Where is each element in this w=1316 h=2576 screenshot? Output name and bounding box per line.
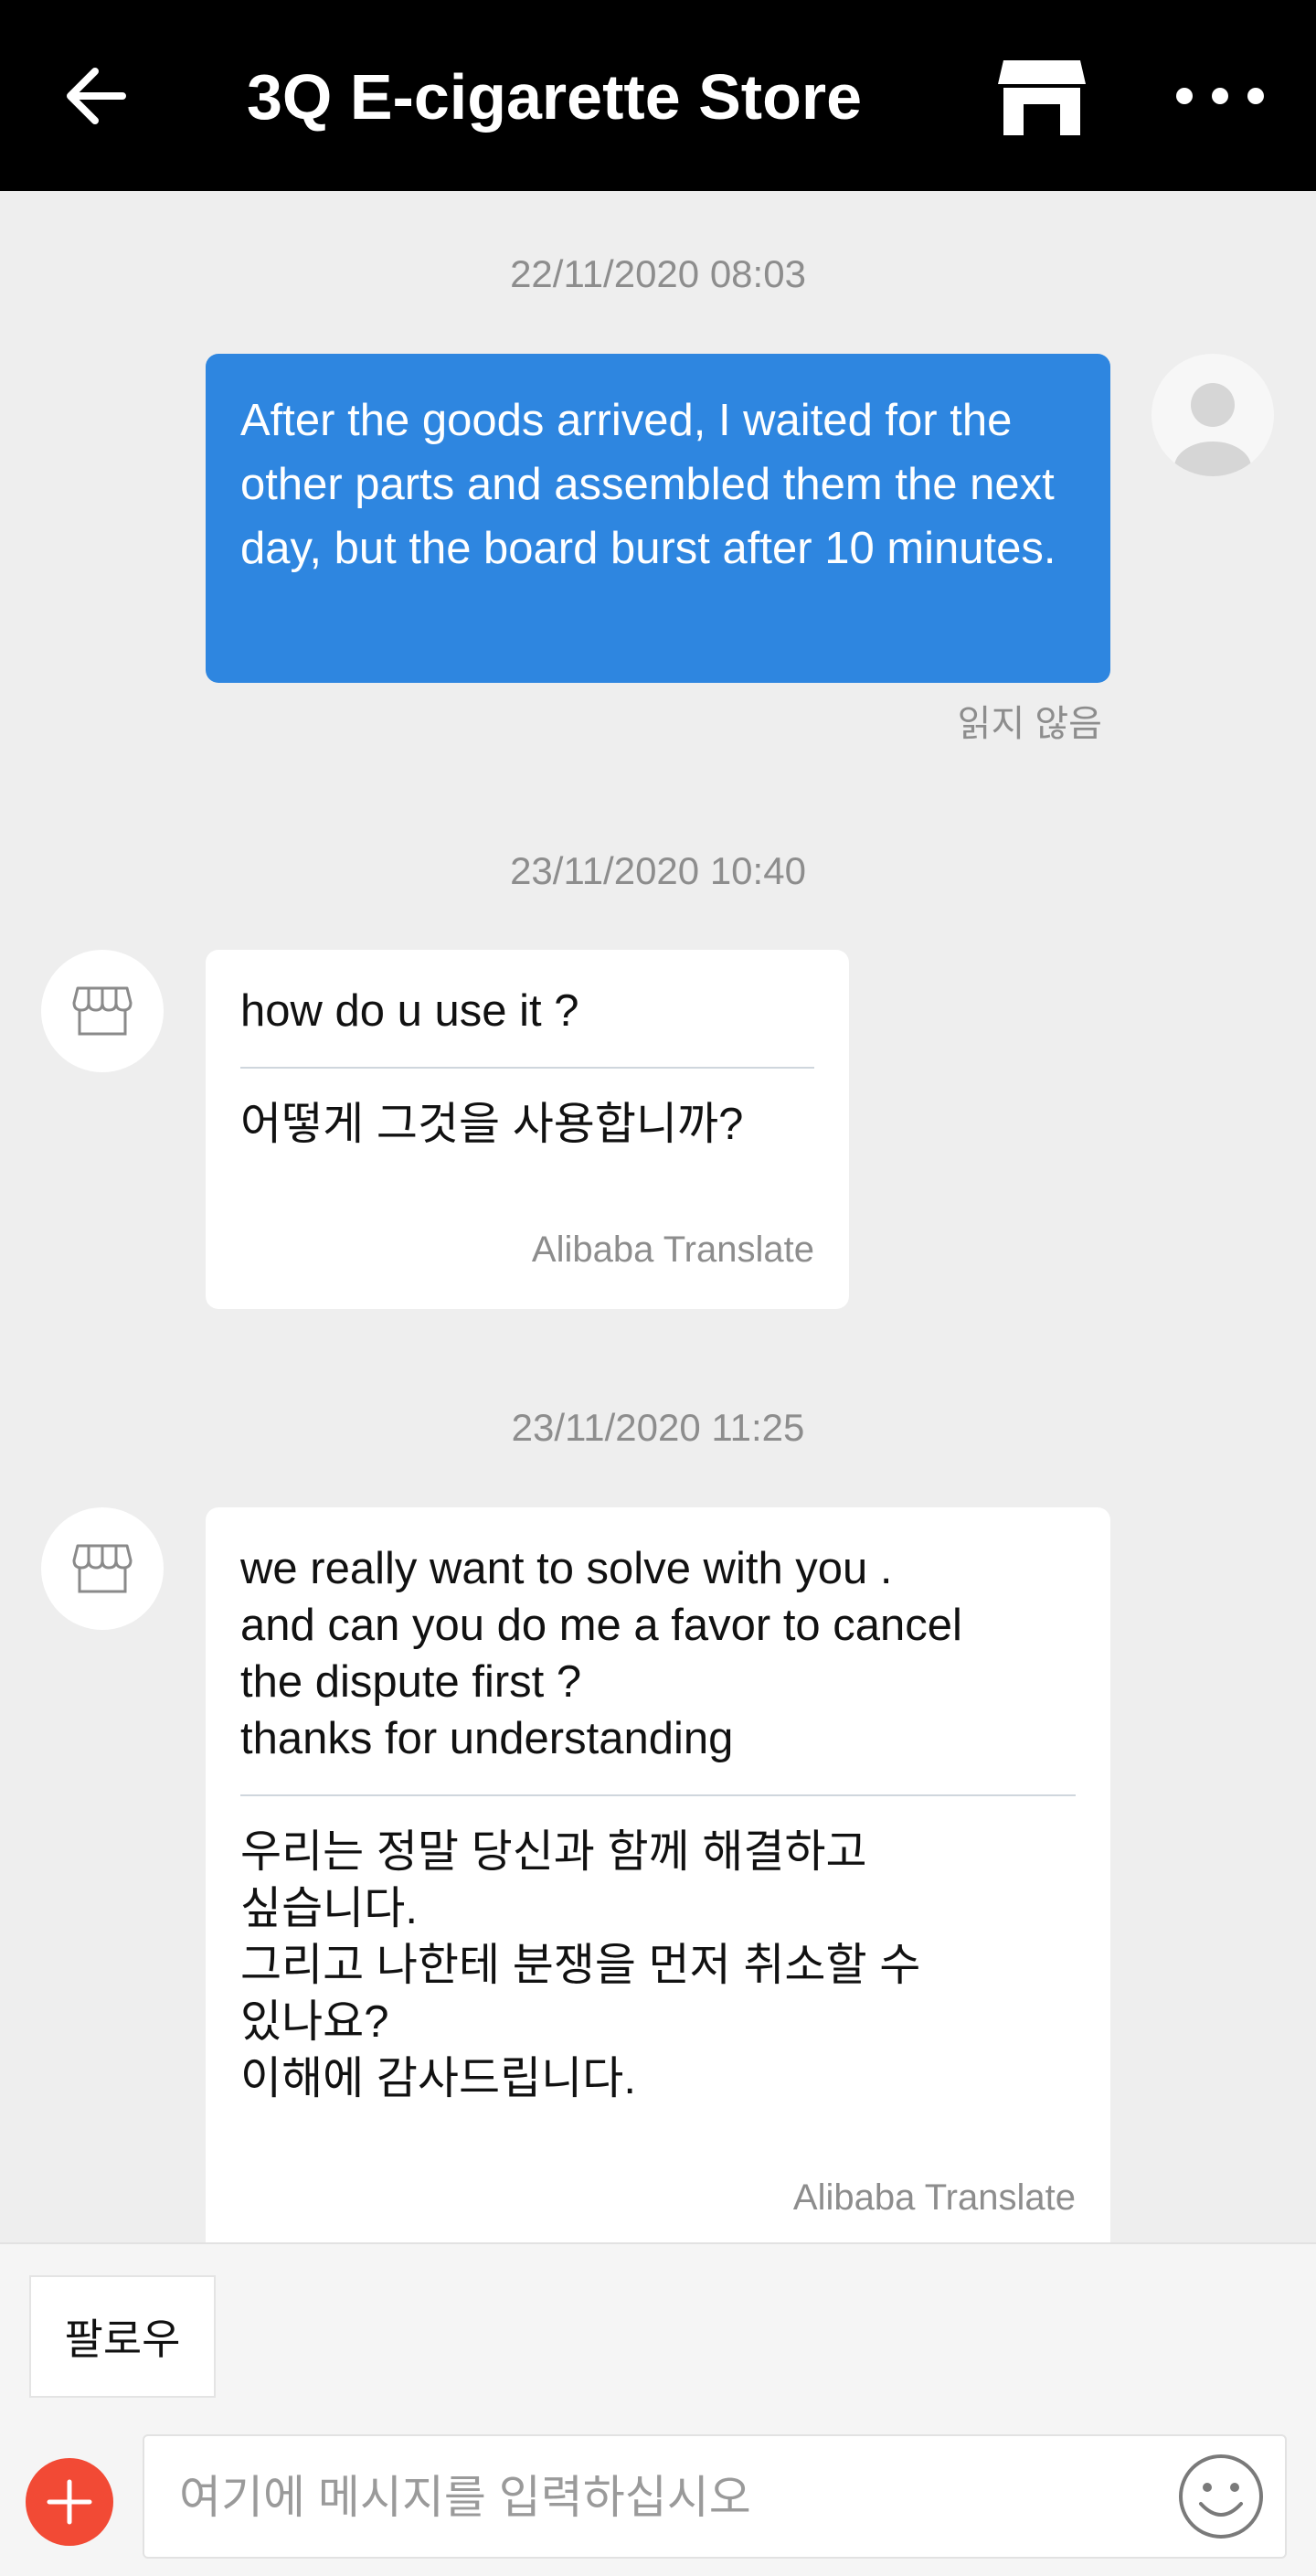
message-timestamp: 23/11/2020 11:25 — [511, 1406, 805, 1449]
store-awning-icon — [72, 986, 133, 1036]
message-input-container[interactable] — [143, 2434, 1287, 2559]
read-status-label: 읽지 않음 — [957, 704, 1102, 744]
store-avatar[interactable] — [41, 950, 164, 1072]
incoming-message-bubble[interactable]: how do u use it ? 어떻게 그것을 사용합니까? Alibaba… — [206, 950, 849, 1309]
store-button[interactable] — [996, 57, 1088, 139]
message-original-text: we really want to solve with you . and c… — [240, 1544, 962, 1763]
translation-provider-label: Alibaba Translate — [792, 2177, 1076, 2218]
translation-divider — [240, 1794, 1076, 1796]
more-dots-icon — [1176, 88, 1264, 104]
outgoing-message-bubble[interactable]: After the goods arrived, I waited for th… — [206, 354, 1110, 683]
page-title: 3Q E-cigarette Store — [247, 61, 862, 133]
store-avatar[interactable] — [41, 1507, 164, 1630]
translation-provider-label: Alibaba Translate — [531, 1229, 814, 1270]
message-translated-text: 어떻게 그것을 사용합니까? — [240, 1100, 744, 1149]
message-timestamp: 22/11/2020 08:03 — [510, 252, 806, 295]
message-timestamp: 23/11/2020 10:40 — [510, 849, 806, 892]
person-icon — [1174, 383, 1251, 476]
emoji-button[interactable] — [1175, 2451, 1267, 2542]
follow-button[interactable]: 팔로우 — [29, 2275, 216, 2398]
arrow-left-icon — [67, 68, 126, 124]
plus-icon — [47, 2479, 92, 2525]
message-original-text: how do u use it ? — [240, 986, 579, 1036]
message-translated-text: 우리는 정말 당신과 함께 해결하고 싶습니다. 그리고 나한테 분쟁을 먼저 … — [240, 1827, 921, 2103]
smiley-icon — [1179, 2454, 1263, 2539]
user-avatar[interactable] — [1152, 354, 1274, 476]
add-attachment-button[interactable] — [26, 2458, 113, 2546]
store-awning-icon — [72, 1544, 133, 1593]
more-button[interactable] — [1170, 64, 1270, 128]
store-icon — [998, 60, 1086, 135]
back-button[interactable] — [62, 62, 130, 130]
composer-area: 팔로우 — [0, 2242, 1316, 2576]
translation-divider — [240, 1067, 814, 1069]
incoming-message-bubble[interactable]: we really want to solve with you . and c… — [206, 1507, 1110, 2242]
message-input[interactable] — [177, 2436, 1095, 2559]
top-bar: 3Q E-cigarette Store — [0, 0, 1316, 191]
chat-area[interactable]: 22/11/2020 08:03 After the goods arrived… — [0, 191, 1316, 2242]
